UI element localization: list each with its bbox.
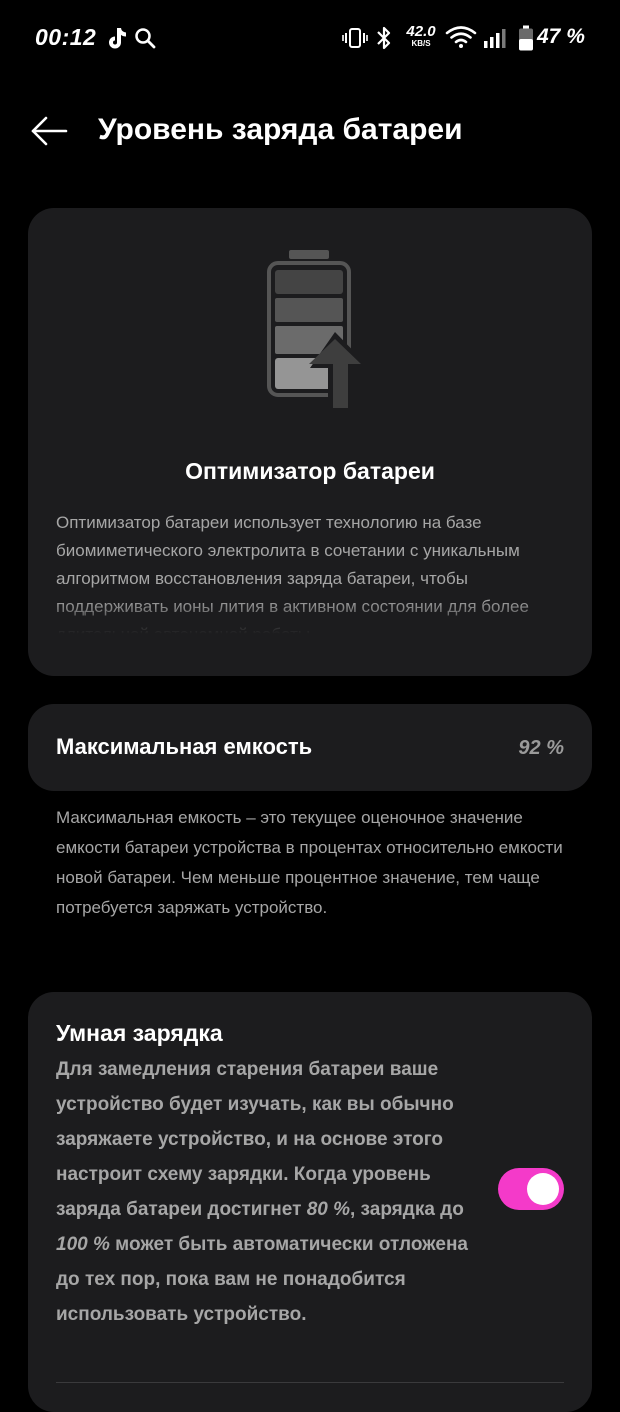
search-icon	[134, 27, 156, 54]
max-capacity-label: Максимальная емкость	[56, 734, 313, 759]
smart-charging-toggle[interactable]	[498, 1168, 564, 1210]
battery-icon	[518, 25, 534, 56]
optimizer-title: Оптимизатор батареи	[185, 458, 435, 484]
battery-percent: 47 %	[537, 25, 585, 48]
tiktok-icon	[106, 26, 128, 55]
network-speed: 42.0 KB/S	[406, 23, 436, 48]
smart-charging-description: Для замедления старения батареи ваше уст…	[56, 1059, 468, 1325]
divider	[56, 1382, 564, 1383]
max-capacity-row: Максимальная емкость 92 %	[28, 704, 592, 791]
bluetooth-icon	[374, 25, 394, 56]
signal-icon	[482, 27, 506, 54]
back-arrow-icon	[30, 116, 68, 151]
wifi-icon	[445, 25, 477, 54]
back-button[interactable]	[24, 110, 74, 156]
optimizer-description: Оптимизатор батареи использует технологи…	[56, 513, 529, 634]
page-title: Уровень заряда батареи	[98, 113, 463, 146]
battery-optimizer-icon	[264, 248, 376, 421]
smart-charging-title: Умная зарядка	[56, 1020, 223, 1046]
status-time: 00:12	[35, 24, 97, 50]
max-capacity-description: Максимальная емкость – это текущее оцено…	[56, 808, 563, 917]
status-bar: 00:12 42.0 KB/S 47 %	[0, 0, 620, 76]
vibrate-icon	[342, 26, 368, 55]
toggle-knob	[527, 1173, 559, 1205]
max-capacity-value: 92 %	[518, 737, 564, 759]
